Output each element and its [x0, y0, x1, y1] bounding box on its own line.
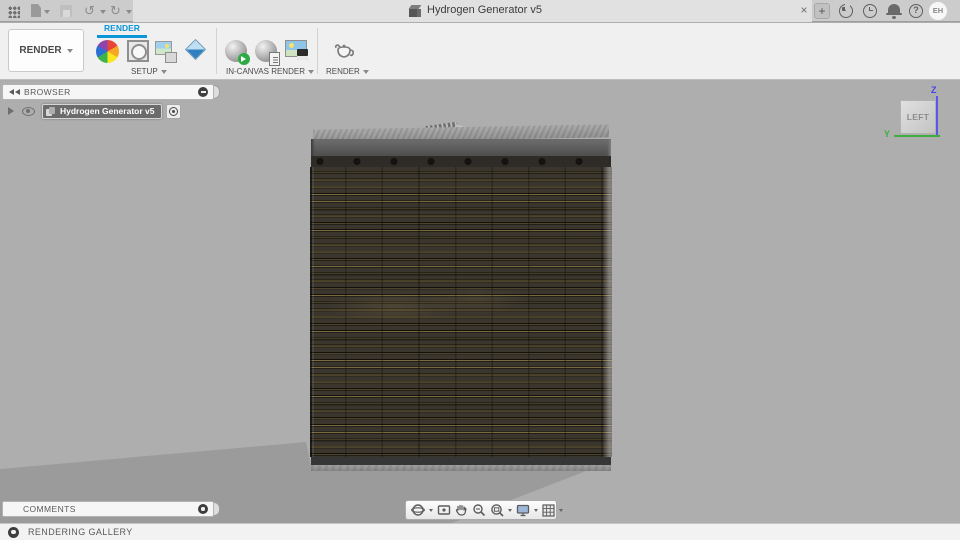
tab-render-underline: [97, 35, 147, 38]
navigation-bar: [405, 500, 563, 520]
visibility-eye-icon[interactable]: [22, 106, 35, 116]
render-group-text: RENDER: [326, 67, 360, 76]
appearance-color-wheel-icon[interactable]: [96, 40, 119, 63]
document-title: Hydrogen Generator v5: [427, 4, 542, 16]
hydrogen-generator-model[interactable]: [310, 121, 612, 471]
job-status-clock-icon[interactable]: [863, 4, 877, 18]
workspace-caret-down-icon: [66, 48, 73, 53]
decal-icon[interactable]: [155, 41, 177, 63]
workspace-selector-button[interactable]: RENDER: [8, 29, 84, 72]
browser-root-row[interactable]: Hydrogen Generator v5: [8, 103, 182, 119]
help-icon[interactable]: ?: [909, 4, 923, 18]
workspace-selector-label: RENDER: [19, 45, 62, 56]
fusion-window: ↺ ↻ Hydrogen Generator v5 × + ? EH RENDE…: [0, 0, 960, 540]
redo-caret-down-icon[interactable]: [126, 10, 132, 14]
fit-zoom-window-icon[interactable]: [490, 503, 504, 517]
component-icon: [46, 106, 55, 116]
browser-panel-title: BROWSER: [24, 87, 71, 97]
setup-group-label[interactable]: SETUP: [131, 67, 167, 76]
axis-y-line: [894, 135, 940, 137]
undo-caret-down-icon[interactable]: [100, 10, 106, 14]
setup-caret-down-icon: [160, 69, 167, 74]
user-avatar[interactable]: EH: [929, 2, 947, 20]
browser-item-hydrogen-generator[interactable]: Hydrogen Generator v5: [42, 103, 163, 119]
in-canvas-render-group-label[interactable]: IN-CANVAS RENDER: [226, 67, 314, 76]
in-canvas-render-icon[interactable]: [225, 40, 250, 65]
extensions-icon[interactable]: [839, 4, 853, 18]
orbit-caret-down-icon[interactable]: [429, 508, 433, 512]
scene-settings-icon[interactable]: [127, 40, 149, 62]
new-tab-button[interactable]: +: [814, 3, 830, 19]
file-menu-icon[interactable]: [31, 4, 41, 17]
in-canvas-render-group-text: IN-CANVAS RENDER: [226, 67, 305, 76]
texture-map-controls-icon[interactable]: [184, 38, 207, 61]
model-lid-side: [311, 139, 611, 156]
display-caret-down-icon[interactable]: [534, 508, 538, 512]
look-at-icon[interactable]: [437, 503, 451, 517]
toolbar-divider: [216, 28, 217, 74]
comments-options-icon[interactable]: [198, 504, 208, 514]
comments-panel-header[interactable]: COMMENTS: [2, 501, 214, 517]
axis-z-label: Z: [931, 85, 937, 95]
status-bar: RENDERING GALLERY: [0, 523, 960, 540]
in-canvas-caret-down-icon: [307, 69, 314, 74]
save-icon[interactable]: [60, 5, 72, 17]
orbit-icon[interactable]: [411, 503, 425, 517]
redo-icon[interactable]: ↻: [110, 3, 121, 19]
fit-caret-down-icon[interactable]: [508, 508, 512, 512]
toolbar: RENDER RENDER SETUP IN-CANVAS RENDER REN…: [0, 23, 960, 80]
zoom-icon[interactable]: [472, 503, 486, 517]
model-bottom-bevel: [311, 465, 611, 471]
browser-options-icon[interactable]: [198, 87, 208, 97]
activate-component-radio[interactable]: [166, 103, 182, 119]
file-caret-down-icon[interactable]: [44, 10, 50, 14]
setup-group-text: SETUP: [131, 67, 158, 76]
viewport-canvas[interactable]: LEFT Z Y BROWSER Hydrogen Generator v5 C…: [0, 81, 960, 523]
notifications-bell-icon[interactable]: [886, 4, 902, 19]
axis-y-label: Y: [884, 129, 891, 139]
app-launcher-icon[interactable]: [8, 6, 20, 18]
rendering-gallery-icon[interactable]: [8, 526, 19, 538]
toolbar-divider: [317, 28, 318, 74]
rendering-gallery-label[interactable]: RENDERING GALLERY: [28, 527, 133, 537]
capture-image-icon[interactable]: [285, 40, 308, 60]
render-group-label[interactable]: RENDER: [326, 67, 369, 76]
expand-arrow-icon[interactable]: [8, 107, 14, 115]
render-caret-down-icon: [362, 69, 369, 74]
axis-z-line: [936, 96, 938, 136]
undo-icon[interactable]: ↺: [84, 3, 95, 19]
browser-panel-header[interactable]: BROWSER: [2, 84, 214, 100]
tab-close-button[interactable]: ×: [797, 3, 811, 17]
grid-caret-down-icon[interactable]: [559, 508, 563, 512]
render-teapot-icon[interactable]: [329, 40, 359, 69]
document-cube-icon: [408, 5, 422, 17]
model-fin-stack: [310, 167, 612, 457]
grid-layout-icon[interactable]: [542, 503, 555, 517]
comments-panel-title: COMMENTS: [23, 504, 76, 514]
in-canvas-render-settings-icon[interactable]: [255, 40, 280, 66]
viewcube-left-face[interactable]: LEFT: [900, 100, 936, 134]
display-settings-icon[interactable]: [516, 504, 530, 517]
model-bolt-row: [311, 156, 611, 167]
pan-hand-icon[interactable]: [455, 503, 468, 517]
title-bar: ↺ ↻ Hydrogen Generator v5 × + ? EH: [0, 0, 960, 22]
collapse-panel-icon[interactable]: [9, 89, 20, 95]
browser-item-label: Hydrogen Generator v5: [60, 106, 155, 116]
model-base-band: [311, 457, 611, 465]
